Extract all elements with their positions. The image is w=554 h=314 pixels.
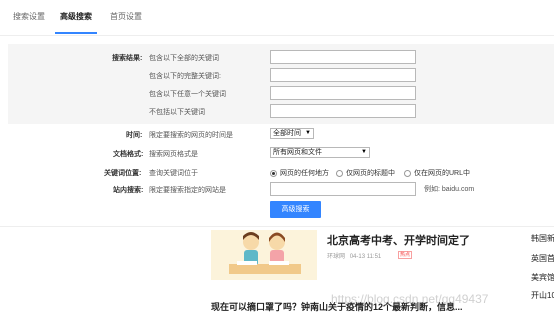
tab-search-settings[interactable]: 搜索设置: [13, 11, 45, 22]
position-option-label: 仅在网页的URL中: [414, 170, 471, 177]
exact-phrase-hint: 包含以下的完整关键词:: [149, 73, 221, 80]
site-label: 站内搜索:: [113, 187, 144, 194]
chevron-down-icon: ▼: [305, 130, 311, 136]
site-hint: 限定要搜索指定的网站是: [149, 187, 226, 194]
position-radio-title[interactable]: 仅网页的标题中: [336, 168, 395, 178]
site-example: 例如: baidu.com: [424, 186, 475, 193]
news-thumbnail[interactable]: [211, 230, 317, 280]
divider: [0, 226, 554, 227]
position-option-label: 网页的任何地方: [280, 170, 329, 177]
tab-advanced-search[interactable]: 高级搜索: [60, 11, 92, 22]
news-source: 环球网: [327, 254, 346, 260]
all-words-input[interactable]: [270, 50, 416, 64]
format-select-value: 所有网页和文件: [273, 149, 322, 156]
radio-checked-icon: [270, 169, 277, 177]
position-radio-anywhere[interactable]: 网页的任何地方: [270, 168, 329, 178]
hot-badge: 热点: [398, 251, 413, 259]
position-hint: 查询关键词位于: [149, 170, 198, 177]
exclude-words-input[interactable]: [270, 104, 416, 118]
time-label: 时间:: [126, 132, 143, 139]
watermark: https://blog.csdn.net/qq49437: [331, 292, 489, 306]
radio-unchecked-icon: [404, 169, 411, 177]
active-tab-indicator: [55, 32, 97, 34]
all-words-hint: 包含以下全部的关键词: [149, 55, 219, 62]
position-option-label: 仅网页的标题中: [346, 170, 395, 177]
format-label: 文档格式:: [113, 151, 144, 158]
time-hint: 限定要搜索的网页的时间是: [149, 132, 233, 139]
format-hint: 搜索网页格式是: [149, 151, 198, 158]
radio-unchecked-icon: [336, 169, 343, 177]
side-news-item[interactable]: 韩国新: [531, 233, 554, 244]
settings-tabs: 搜索设置 高级搜索 首页设置: [0, 0, 554, 36]
news-headline[interactable]: 北京高考中考、开学时间定了: [327, 232, 470, 248]
advanced-search-button[interactable]: 高级搜索: [270, 201, 321, 218]
time-select[interactable]: 全部时间 ▼: [270, 128, 314, 139]
time-select-value: 全部时间: [273, 130, 301, 137]
position-label: 关键词位置:: [104, 170, 142, 177]
side-news-item[interactable]: 英国首: [531, 253, 554, 264]
students-illustration-icon: [211, 230, 317, 280]
result-label: 搜索结果:: [112, 55, 143, 62]
news-meta: 环球网 04-13 11:51: [327, 251, 381, 260]
side-news-item[interactable]: 美宾馆: [531, 272, 554, 283]
exact-phrase-input[interactable]: [270, 68, 416, 82]
tab-homepage-settings[interactable]: 首页设置: [110, 11, 142, 22]
side-news-item[interactable]: 开山10: [531, 290, 554, 301]
site-input[interactable]: [270, 182, 416, 196]
any-words-input[interactable]: [270, 86, 416, 100]
position-radio-url[interactable]: 仅在网页的URL中: [404, 168, 470, 178]
any-words-hint: 包含以下任意一个关键词: [149, 91, 226, 98]
news-time: 04-13 11:51: [349, 254, 382, 260]
chevron-down-icon: ▼: [361, 149, 367, 155]
format-select[interactable]: 所有网页和文件 ▼: [270, 147, 370, 158]
exclude-words-hint: 不包括以下关键词: [149, 109, 205, 116]
